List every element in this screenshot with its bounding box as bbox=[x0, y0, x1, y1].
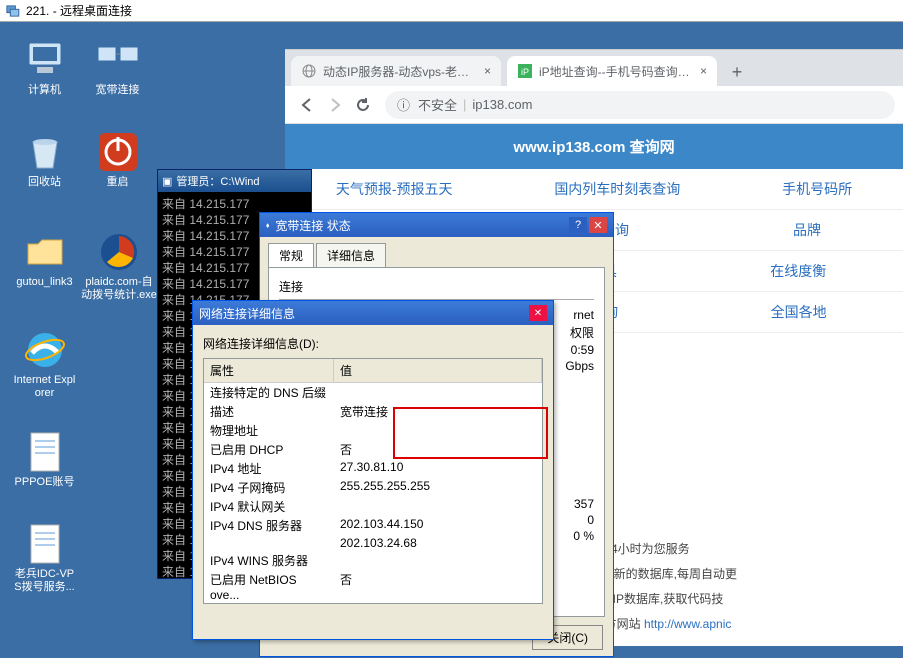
rdp-title: 221. - 远程桌面连接 bbox=[26, 2, 132, 19]
globe-icon bbox=[301, 63, 317, 79]
cmd-icon: ▣ bbox=[162, 175, 172, 188]
cmd-titlebar[interactable]: ▣ 管理员：C:\Wind bbox=[158, 170, 311, 192]
tab-general[interactable]: 常规 bbox=[268, 243, 314, 267]
chrome-toolbar: ⓘ 不安全 | ip138.com bbox=[285, 86, 903, 124]
row-ipv4: IPv4 地址27.30.81.10 bbox=[204, 459, 542, 478]
nav-measure[interactable]: 在线度衡 bbox=[770, 261, 826, 281]
tab-details[interactable]: 详细信息 bbox=[316, 243, 386, 267]
status-titlebar[interactable]: ⬪ 宽带连接 状态 ? ✕ bbox=[260, 213, 613, 237]
chrome-tab-1[interactable]: 动态IP服务器-动态vps-老兵数据 × bbox=[291, 56, 501, 86]
details-titlebar[interactable]: 网络连接详细信息 ✕ bbox=[193, 301, 553, 325]
close-button[interactable]: ✕ bbox=[589, 217, 607, 233]
nav-phone[interactable]: 手机号码所 bbox=[782, 179, 852, 199]
folder-gutou[interactable]: gutou_link3 bbox=[12, 232, 77, 289]
close-icon[interactable]: × bbox=[484, 64, 491, 78]
row-dns: IPv4 DNS 服务器202.103.44.150 bbox=[204, 516, 542, 535]
row-netbios: 已启用 NetBIOS ove...否 bbox=[204, 570, 542, 603]
col-value[interactable]: 值 bbox=[334, 359, 542, 382]
nav-row-1: 天气预报-预报五天 国内列车时刻表查询 手机号码所 bbox=[285, 169, 903, 210]
row-mask: IPv4 子网掩码255.255.255.255 bbox=[204, 478, 542, 497]
row-gateway: IPv4 默认网关 bbox=[204, 497, 542, 516]
close-icon[interactable]: × bbox=[700, 64, 707, 78]
col-property[interactable]: 属性 bbox=[204, 359, 334, 382]
forward-button[interactable] bbox=[321, 91, 349, 119]
laobing-file[interactable]: 老兵IDC-VPS拨号服务... bbox=[12, 524, 77, 594]
recycle-icon[interactable]: 回收站 bbox=[12, 132, 77, 189]
nav-weather[interactable]: 天气预报-预报五天 bbox=[336, 179, 453, 199]
back-button[interactable] bbox=[293, 91, 321, 119]
plaidc-exe[interactable]: plaidc.com-自动拨号统计.exe bbox=[80, 232, 158, 302]
chrome-tab-2[interactable]: iP iP地址查询--手机号码查询归属 × bbox=[507, 56, 717, 86]
nav-train[interactable]: 国内列车时刻表查询 bbox=[554, 179, 680, 199]
pppoe-file[interactable]: PPPOE账号 bbox=[12, 432, 77, 489]
details-table: 属性 值 连接特定的 DNS 后缀 描述宽带连接 物理地址 已启用 DHCP否 … bbox=[203, 358, 543, 604]
nav-brand[interactable]: 品牌 bbox=[793, 220, 821, 240]
desktop: 计算机 宽带连接 回收站 重启 gutou_link3 plaidc.com-自… bbox=[0, 22, 903, 635]
apnic-link[interactable]: http://www.apnic bbox=[644, 617, 731, 631]
reload-button[interactable] bbox=[349, 91, 377, 119]
help-button[interactable]: ? bbox=[569, 217, 587, 233]
rdp-icon bbox=[6, 5, 20, 17]
ip138-icon: iP bbox=[517, 63, 533, 79]
row-wins: IPv4 WINS 服务器 bbox=[204, 551, 542, 570]
svg-text:iP: iP bbox=[521, 67, 529, 77]
network-details-window: 网络连接详细信息 ✕ 网络连接详细信息(D): 属性 值 连接特定的 DNS 后… bbox=[192, 300, 554, 640]
network-icon: ⬪ bbox=[266, 218, 269, 233]
insecure-icon: ⓘ bbox=[397, 95, 410, 114]
chrome-tabstrip: 动态IP服务器-动态vps-老兵数据 × iP iP地址查询--手机号码查询归属… bbox=[285, 50, 903, 86]
row-dhcp: 已启用 DHCP否 bbox=[204, 440, 542, 459]
row-dns-suffix: 连接特定的 DNS 后缀 bbox=[204, 383, 542, 402]
site-banner: www.ip138.com 查询网 bbox=[285, 124, 903, 169]
row-description: 描述宽带连接 bbox=[204, 402, 542, 421]
broadband-icon[interactable]: 宽带连接 bbox=[85, 40, 150, 97]
status-tabs: 常规 详细信息 bbox=[260, 237, 613, 267]
close-button[interactable]: ✕ bbox=[529, 305, 547, 321]
computer-icon[interactable]: 计算机 bbox=[12, 40, 77, 97]
details-label: 网络连接详细信息(D): bbox=[203, 335, 543, 352]
rdp-titlebar: 221. - 远程桌面连接 bbox=[0, 0, 903, 22]
address-bar[interactable]: ⓘ 不安全 | ip138.com bbox=[385, 91, 895, 119]
new-tab-button[interactable]: + bbox=[723, 58, 751, 86]
nav-national[interactable]: 全国各地 bbox=[771, 302, 827, 322]
row-physical: 物理地址 bbox=[204, 421, 542, 440]
restart-icon[interactable]: 重启 bbox=[85, 132, 150, 189]
ie-icon[interactable]: Internet Explorer bbox=[12, 330, 77, 400]
